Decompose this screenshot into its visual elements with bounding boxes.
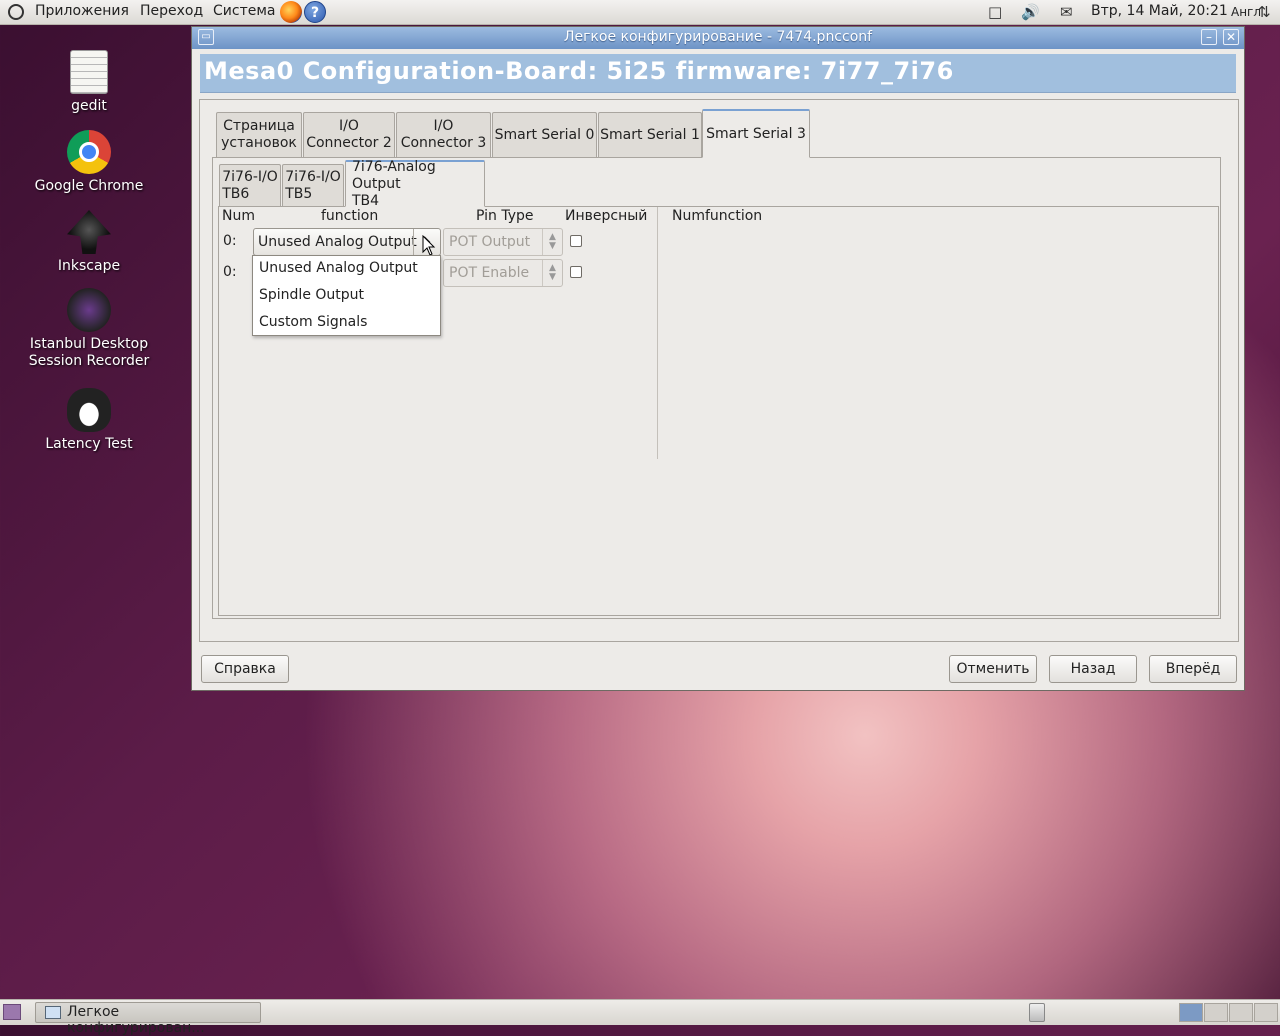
inverse-checkbox[interactable]: [570, 235, 582, 247]
workspace-1[interactable]: [1179, 1003, 1203, 1022]
tab-io-connector-3[interactable]: I/O Connector 3: [396, 112, 491, 157]
row-num: 0:: [223, 233, 237, 249]
forward-button[interactable]: Вперёд: [1149, 655, 1237, 683]
subtab-7i76-io-tb6[interactable]: 7i76-I/O TB6: [219, 164, 281, 206]
desktop-icon-label: Istanbul Desktop Session Recorder: [28, 336, 150, 369]
tab-setup-page[interactable]: Страница установок: [216, 112, 302, 157]
spinner-updown-icon: ▲ ▼: [542, 260, 562, 286]
desktop-icon-latency-test[interactable]: Latency Test: [19, 388, 159, 453]
tab-smart-serial-3[interactable]: Smart Serial 3: [702, 109, 810, 158]
help-button[interactable]: Справка: [201, 655, 289, 683]
window-title: Легкое конфигурирование - 7474.pncconf: [563, 29, 873, 45]
show-desktop-icon[interactable]: [3, 1004, 21, 1020]
help-icon[interactable]: ?: [304, 1, 326, 23]
column-header-function: function: [321, 208, 379, 224]
minimize-icon[interactable]: –: [1201, 29, 1217, 45]
function-combo-value: Unused Analog Output: [258, 234, 417, 250]
tux-icon: [67, 388, 111, 432]
pin-type-spinner: POT Enable ▲ ▼: [443, 259, 563, 287]
function-combo[interactable]: Unused Analog Output: [253, 228, 441, 256]
window-titlebar[interactable]: ▭ Легкое конфигурирование - 7474.pncconf…: [192, 27, 1244, 49]
desktop-icon-inkscape[interactable]: Inkscape: [19, 210, 159, 275]
clock[interactable]: Втр, 14 Май, 20:21: [1091, 3, 1228, 19]
volume-icon[interactable]: 🔊: [1021, 3, 1040, 21]
taskbar-item-pncconf[interactable]: Легкое конфигурирован...: [35, 1002, 261, 1036]
desktop-icon-istanbul[interactable]: Istanbul Desktop Session Recorder: [19, 288, 159, 370]
pin-type-value: POT Enable: [449, 265, 530, 281]
window-icon: [45, 1006, 61, 1019]
tab-smart-serial-1[interactable]: Smart Serial 1: [598, 112, 702, 157]
workspace-4[interactable]: [1254, 1003, 1278, 1022]
keyboard-layout-indicator[interactable]: Англ: [1231, 5, 1261, 19]
dropdown-option-custom-signals[interactable]: Custom Signals: [259, 314, 367, 330]
function-dropdown-menu: Unused Analog Output Spindle Output Cust…: [252, 255, 441, 336]
desktop-icon-label: gedit: [71, 98, 107, 114]
ubuntu-logo-icon[interactable]: [8, 4, 24, 20]
dropdown-option-unused-analog-output[interactable]: Unused Analog Output: [259, 260, 418, 276]
inkscape-icon: [67, 210, 111, 254]
back-button[interactable]: Назад: [1049, 655, 1137, 683]
column-divider: [657, 207, 658, 459]
desktop-icon-label: Google Chrome: [34, 178, 144, 194]
close-icon[interactable]: ✕: [1223, 29, 1239, 45]
column-header-num: Num: [222, 208, 255, 224]
pin-type-value: POT Output: [449, 234, 531, 250]
workspace-3[interactable]: [1229, 1003, 1253, 1022]
column-header-numfunction: Numfunction: [672, 208, 763, 224]
taskbar-item-label: Легкое конфигурирован...: [67, 1004, 205, 1036]
istanbul-icon: [67, 288, 111, 332]
bottom-panel: Легкое конфигурирован...: [0, 999, 1280, 1036]
subtab-7i76-analog-output-tb4[interactable]: 7i76-Analog Output TB4: [345, 159, 485, 209]
top-panel: Приложения Переход Система ? □ 🔊 ✉ Втр, …: [0, 0, 1280, 25]
tab-smart-serial-0[interactable]: Smart Serial 0: [492, 112, 597, 157]
menu-places[interactable]: Переход: [140, 3, 203, 19]
menu-applications[interactable]: Приложения: [35, 3, 129, 19]
cancel-button[interactable]: Отменить: [949, 655, 1037, 683]
board-header: Mesa0 Configuration-Board: 5i25 firmware…: [200, 54, 1236, 93]
pncconf-window: ▭ Легкое конфигурирование - 7474.pncconf…: [191, 26, 1245, 691]
row-num: 0:: [223, 264, 237, 280]
mail-icon[interactable]: ✉: [1060, 3, 1073, 21]
subtab-7i76-io-tb5[interactable]: 7i76-I/O TB5: [282, 164, 344, 206]
pin-type-spinner: POT Output ▲ ▼: [443, 228, 563, 256]
workspace-2[interactable]: [1204, 1003, 1228, 1022]
column-header-inverse: Инверсный: [565, 208, 648, 224]
chrome-icon: [67, 130, 111, 174]
board-header-title: Mesa0 Configuration-Board: 5i25 firmware…: [204, 57, 954, 85]
inverse-checkbox[interactable]: [570, 266, 582, 278]
network-icon[interactable]: ⇅: [1258, 3, 1271, 21]
column-header-pin-type: Pin Type: [476, 208, 534, 224]
mouse-cursor-icon: [422, 235, 436, 256]
tab-io-connector-2[interactable]: I/O Connector 2: [303, 112, 395, 157]
desktop-icon-chrome[interactable]: Google Chrome: [19, 130, 159, 195]
desktop-icon-label: Latency Test: [45, 436, 133, 452]
display-icon[interactable]: □: [988, 3, 1002, 21]
firefox-icon[interactable]: [280, 1, 302, 23]
desktop-icon-gedit[interactable]: gedit: [19, 50, 159, 115]
gedit-icon: [70, 50, 108, 94]
dropdown-option-spindle-output[interactable]: Spindle Output: [259, 287, 364, 303]
menu-system[interactable]: Система: [213, 3, 275, 19]
spinner-updown-icon: ▲ ▼: [542, 229, 562, 255]
trash-icon[interactable]: [1029, 1003, 1045, 1022]
desktop-icon-label: Inkscape: [57, 258, 121, 274]
